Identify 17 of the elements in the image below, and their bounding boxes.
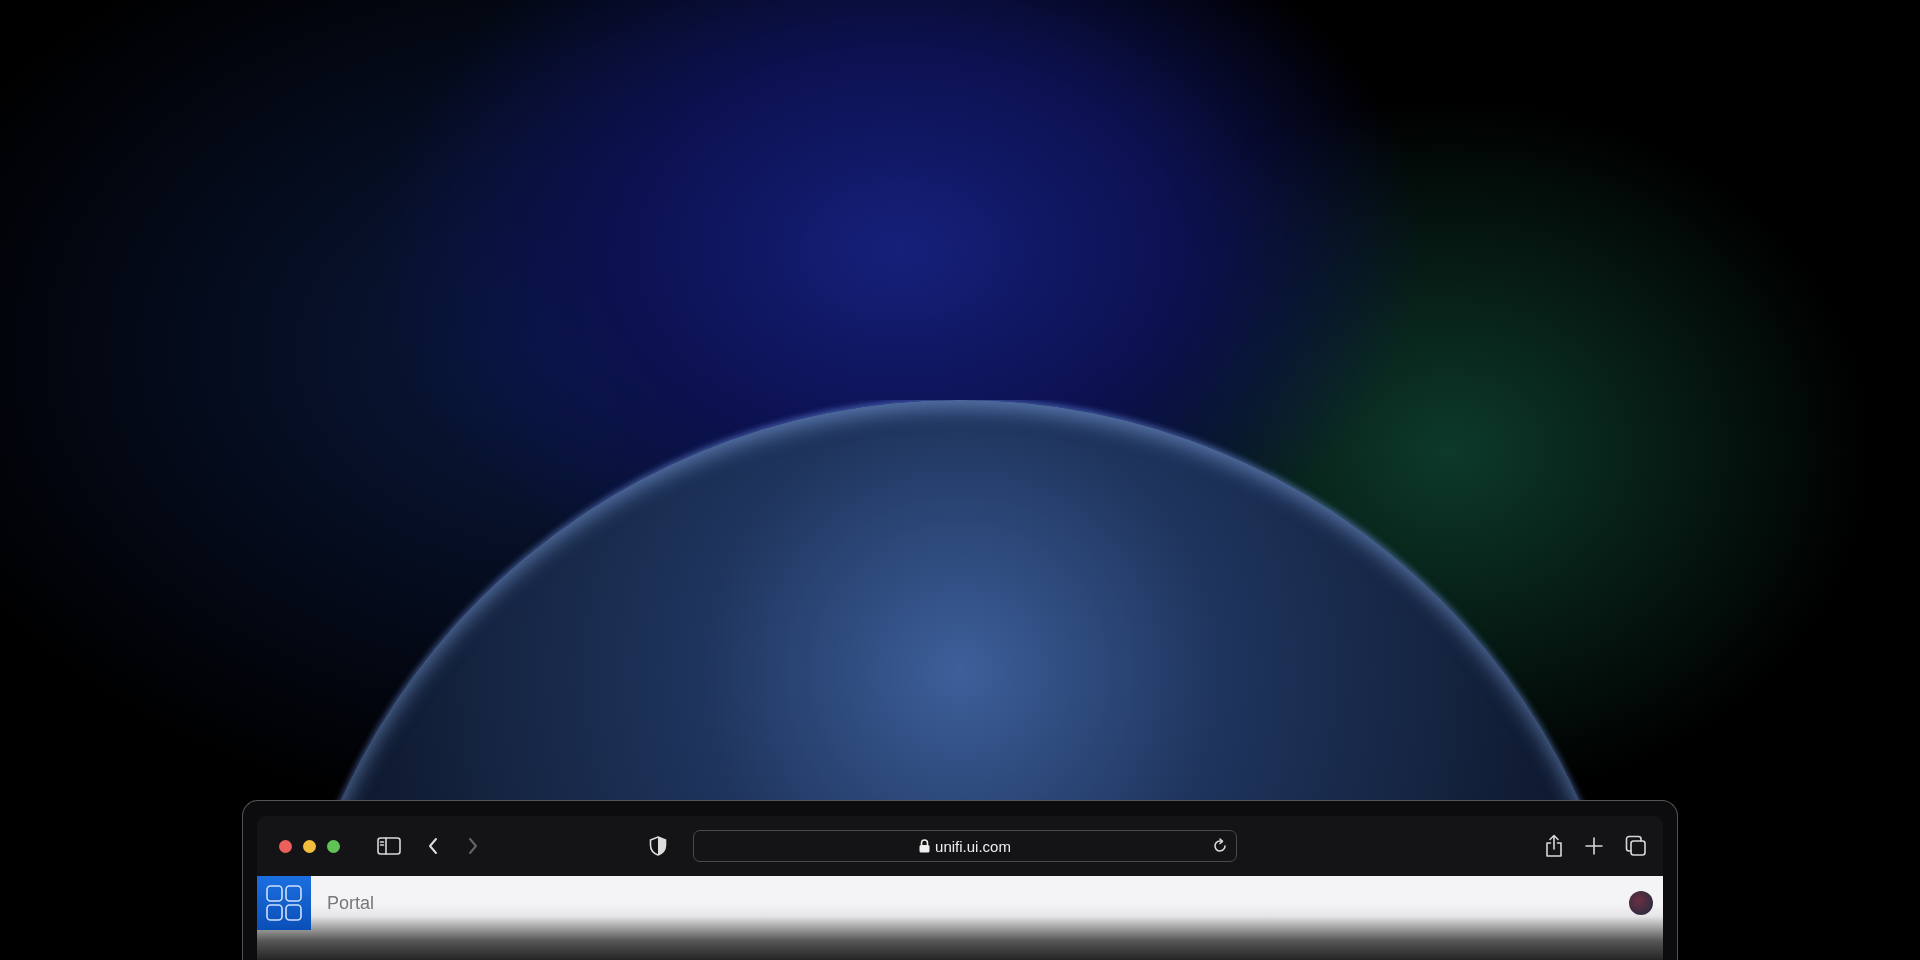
address-bar[interactable]: unifi.ui.com bbox=[693, 830, 1237, 862]
lock-icon bbox=[919, 839, 931, 853]
new-tab-icon[interactable] bbox=[1585, 837, 1603, 855]
share-icon[interactable] bbox=[1545, 834, 1563, 858]
minimize-window-button[interactable] bbox=[303, 839, 316, 853]
shield-icon[interactable] bbox=[649, 836, 667, 856]
user-avatar[interactable] bbox=[1629, 891, 1653, 915]
reload-icon[interactable] bbox=[1212, 838, 1228, 854]
back-icon[interactable] bbox=[427, 837, 439, 855]
tabs-overview-icon[interactable] bbox=[1625, 835, 1647, 857]
grid-icon bbox=[264, 883, 304, 923]
page-title: Portal bbox=[327, 893, 375, 914]
sidebar-icon[interactable] bbox=[377, 836, 401, 856]
close-window-button[interactable] bbox=[279, 839, 292, 853]
url-text: unifi.ui.com bbox=[935, 837, 1011, 855]
app-grid-logo[interactable] bbox=[257, 876, 311, 930]
zoom-window-button[interactable] bbox=[327, 839, 340, 853]
